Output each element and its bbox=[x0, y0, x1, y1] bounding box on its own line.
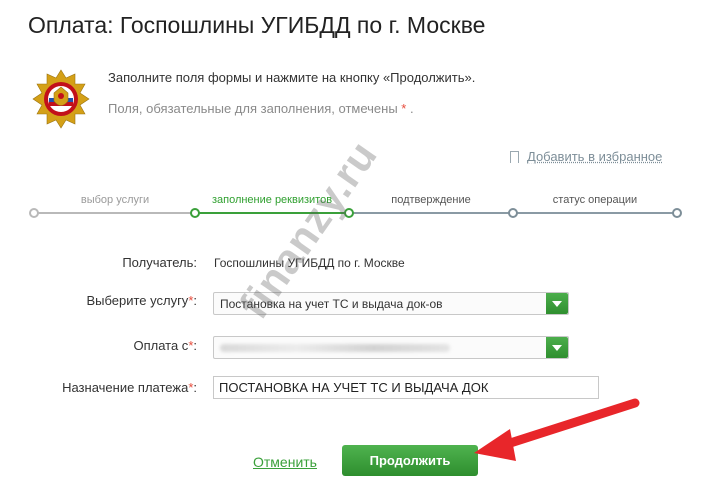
step-label-confirmation: подтверждение bbox=[391, 194, 471, 206]
step-dot-4 bbox=[508, 208, 518, 218]
add-to-favorites-link[interactable]: Добавить в избранное bbox=[510, 149, 662, 164]
red-arrow-annotation bbox=[474, 398, 640, 461]
service-label-colon: : bbox=[193, 293, 197, 308]
instruction-text: Заполните поля формы и нажмите на кнопку… bbox=[108, 70, 476, 85]
service-label: Выберите услугу*: bbox=[86, 293, 197, 308]
required-star: * bbox=[401, 101, 407, 116]
payment-source-select[interactable] bbox=[213, 336, 569, 359]
service-label-text: Выберите услугу bbox=[86, 293, 189, 308]
progress-steps: выбор услуги заполнение реквизитов подтв… bbox=[0, 190, 723, 230]
purpose-label-colon: : bbox=[193, 380, 197, 395]
cancel-link[interactable]: Отменить bbox=[253, 454, 317, 470]
page-title: Оплата: Госпошлины УГИБДД по г. Москве bbox=[28, 12, 486, 38]
purpose-label: Назначение платежа*: bbox=[62, 380, 197, 395]
payment-from-label: Оплата с*: bbox=[133, 338, 197, 353]
gibdd-emblem-icon bbox=[32, 69, 90, 129]
step-label-operation-status: статус операции bbox=[552, 194, 638, 206]
chevron-down-icon[interactable] bbox=[546, 293, 568, 314]
blurred-card-value bbox=[220, 344, 450, 352]
required-note-end: . bbox=[409, 101, 414, 116]
step-dot-1 bbox=[29, 208, 39, 218]
step-label-choose-service: выбор услуги bbox=[80, 194, 150, 206]
add-to-favorites-label: Добавить в избранное bbox=[527, 149, 663, 164]
recipient-label: Получатель: bbox=[122, 255, 197, 270]
bookmark-icon bbox=[510, 151, 519, 163]
step-dot-5 bbox=[672, 208, 682, 218]
required-note: Поля, обязательные для заполнения, отмеч… bbox=[108, 101, 414, 116]
chevron-down-icon[interactable] bbox=[546, 337, 568, 358]
payment-from-label-colon: : bbox=[193, 338, 197, 353]
purpose-label-text: Назначение платежа bbox=[62, 380, 189, 395]
required-note-text: Поля, обязательные для заполнения, отмеч… bbox=[108, 101, 398, 116]
continue-button[interactable]: Продолжить bbox=[342, 445, 478, 476]
payment-from-label-text: Оплата с bbox=[133, 338, 189, 353]
step-dot-2 bbox=[190, 208, 200, 218]
